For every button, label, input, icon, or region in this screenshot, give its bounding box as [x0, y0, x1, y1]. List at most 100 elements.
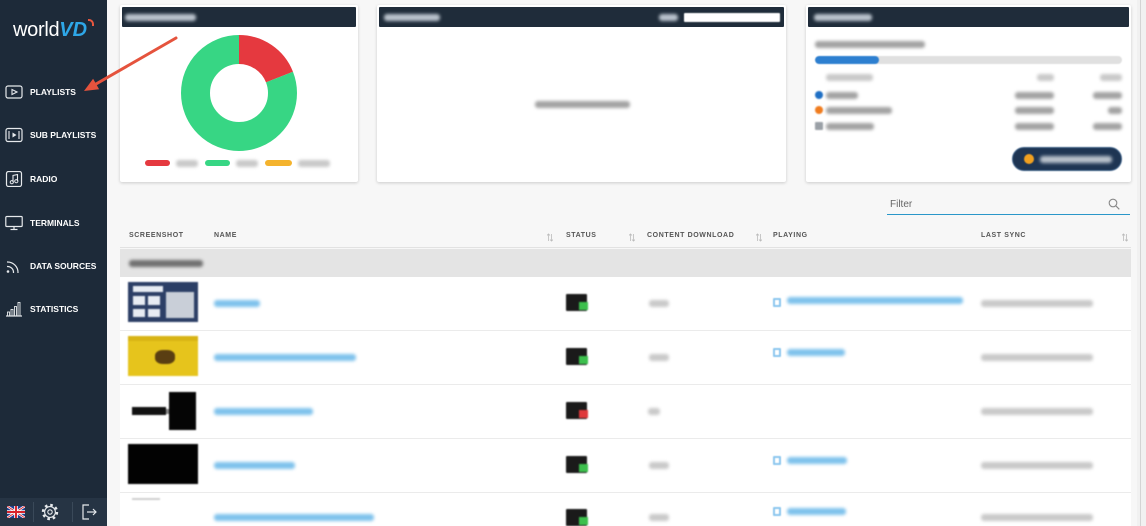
card-title-blurred: [814, 13, 872, 21]
column-header-status[interactable]: STATUS: [566, 226, 597, 246]
button-icon: [1024, 154, 1034, 164]
sidebar-item-data-sources[interactable]: DATA SOURCES: [0, 255, 107, 277]
row-download-percent-blurred: [649, 461, 669, 469]
sidebar-item-playlists[interactable]: PLAYLISTS: [0, 81, 107, 103]
row-screenshot-thumbnail[interactable]: [128, 390, 198, 430]
sidebar-item-statistics[interactable]: STATISTICS: [0, 298, 107, 320]
filter-field: [887, 194, 1130, 215]
radio-icon: [5, 171, 23, 187]
row-screenshot-thumbnail[interactable]: [128, 336, 198, 376]
terminals-status-card: [120, 5, 358, 182]
row-screenshot-thumbnail[interactable]: [128, 498, 198, 526]
sidebar-item-sub-playlists[interactable]: SUB PLAYLISTS: [0, 124, 107, 146]
sub-playlist-icon: [5, 127, 23, 143]
legend-swatch-yellow: [265, 160, 292, 166]
status-indicator: [579, 410, 588, 418]
table-row[interactable]: [120, 439, 1131, 493]
storage-row-label-blurred: [826, 122, 874, 130]
legend-swatch-green: [205, 160, 230, 166]
storage-row-value-blurred: [1100, 73, 1122, 81]
row-playing-link[interactable]: [787, 349, 845, 356]
storage-dot-gray: [815, 122, 823, 130]
monitor-icon: [5, 215, 23, 231]
storage-row-label-blurred: [826, 106, 892, 114]
sidebar-item-label: TERMINALS: [30, 218, 80, 228]
sort-icon[interactable]: [1122, 233, 1128, 242]
status-indicator: [579, 302, 588, 310]
row-status-monitor-icon: [566, 509, 588, 526]
row-screenshot-thumbnail[interactable]: [128, 282, 198, 322]
bar-chart-icon: [6, 302, 22, 317]
filter-input[interactable]: [887, 194, 1107, 214]
header-filter-input[interactable]: [684, 12, 780, 22]
sidebar-footer: [0, 498, 107, 526]
sort-icon[interactable]: [629, 233, 635, 242]
sidebar-item-radio[interactable]: RADIO: [0, 168, 107, 190]
row-playing-link[interactable]: [787, 297, 963, 304]
playing-item-icon: [773, 298, 781, 307]
row-status-monitor-icon: [566, 294, 588, 311]
column-header-last-sync[interactable]: LAST SYNC: [981, 226, 1026, 246]
table-row[interactable]: [120, 385, 1131, 439]
group-label-blurred: [129, 259, 203, 267]
sort-icon[interactable]: [547, 233, 553, 242]
row-last-sync-blurred: [981, 299, 1093, 307]
button-label-blurred: [1040, 155, 1112, 163]
sidebar-item-label: DATA SOURCES: [30, 261, 97, 271]
row-download-percent-blurred: [649, 353, 669, 361]
row-name-link[interactable]: [214, 514, 374, 521]
logo-swoosh: [88, 19, 95, 26]
playing-item-icon: [773, 507, 781, 516]
rss-icon: [6, 261, 19, 274]
column-header-name[interactable]: NAME: [214, 226, 237, 246]
column-header-screenshot: SCREENSHOT: [129, 232, 184, 239]
row-name-link[interactable]: [214, 299, 260, 307]
uk-flag-icon[interactable]: [7, 506, 25, 518]
sort-icon[interactable]: [756, 233, 762, 242]
row-download-percent-blurred: [649, 299, 669, 307]
table-row[interactable]: [120, 277, 1131, 331]
row-status-monitor-icon: [566, 456, 588, 473]
row-playing-link[interactable]: [787, 457, 847, 464]
row-playing-link[interactable]: [787, 508, 846, 515]
sidebar-item-label: PLAYLISTS: [30, 87, 76, 97]
storage-row-value-blurred: [1015, 122, 1054, 130]
storage-row-label-blurred: [826, 91, 858, 99]
storage-progress-fill: [815, 56, 880, 64]
legend-label-blurred: [176, 159, 198, 167]
row-name-link[interactable]: [214, 353, 356, 361]
storage-usage-card: [806, 5, 1131, 182]
playing-item-icon: [773, 348, 781, 357]
row-status-monitor-icon: [566, 402, 588, 419]
logo[interactable]: worldVD: [13, 17, 95, 43]
logo-text-vd: VD: [59, 19, 88, 41]
table-row[interactable]: [120, 493, 1131, 526]
row-name-link[interactable]: [214, 461, 295, 469]
status-indicator: [579, 517, 588, 525]
storage-row-value-blurred: [1093, 122, 1122, 130]
page-scrollbar[interactable]: [1137, 0, 1146, 526]
row-name-link[interactable]: [214, 407, 313, 415]
logout-icon[interactable]: [80, 503, 98, 521]
column-header-playing: PLAYING: [773, 232, 808, 239]
storage-manage-button[interactable]: [1012, 147, 1122, 171]
footer-separator: [72, 502, 73, 522]
sidebar-item-label: RADIO: [30, 174, 58, 184]
card-header: [808, 7, 1129, 27]
storage-progress-bar: [815, 56, 1122, 64]
storage-row-value-blurred: [1108, 106, 1122, 114]
header-label-blurred: [659, 13, 678, 21]
row-screenshot-thumbnail[interactable]: [128, 444, 198, 484]
search-icon[interactable]: [1108, 198, 1120, 210]
status-indicator: [579, 464, 588, 472]
storage-dot-blue: [815, 91, 823, 99]
table-row[interactable]: [120, 331, 1131, 385]
table-group-row[interactable]: [120, 249, 1131, 277]
legend-label-blurred: [298, 159, 330, 167]
gear-icon[interactable]: [41, 503, 59, 521]
column-header-content-download[interactable]: CONTENT DOWNLOAD: [647, 226, 734, 246]
storage-row-value-blurred: [1093, 91, 1122, 99]
sidebar-item-terminals[interactable]: TERMINALS: [0, 212, 107, 234]
storage-row-value-blurred: [1037, 73, 1054, 81]
storage-row-value-blurred: [1015, 91, 1054, 99]
